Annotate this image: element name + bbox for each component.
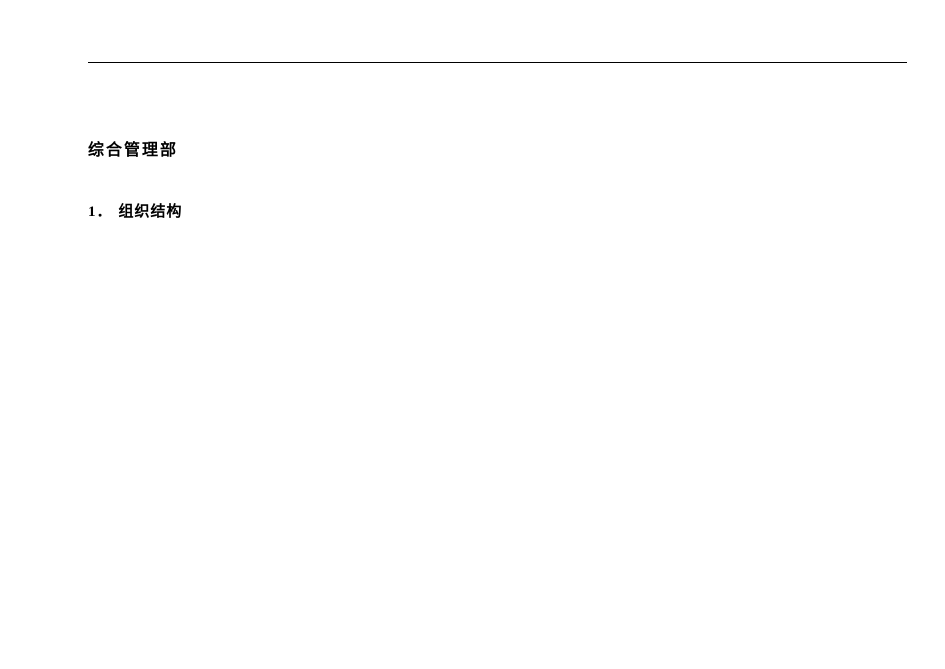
section-heading: 1． 组织结构 xyxy=(88,200,907,221)
section-number: 1． xyxy=(88,204,113,220)
section-heading-text: 组织结构 xyxy=(119,204,183,220)
document-title: 综合管理部 xyxy=(88,136,907,160)
document-content: 综合管理部 1． 组织结构 xyxy=(88,136,907,221)
horizontal-divider xyxy=(88,62,907,63)
